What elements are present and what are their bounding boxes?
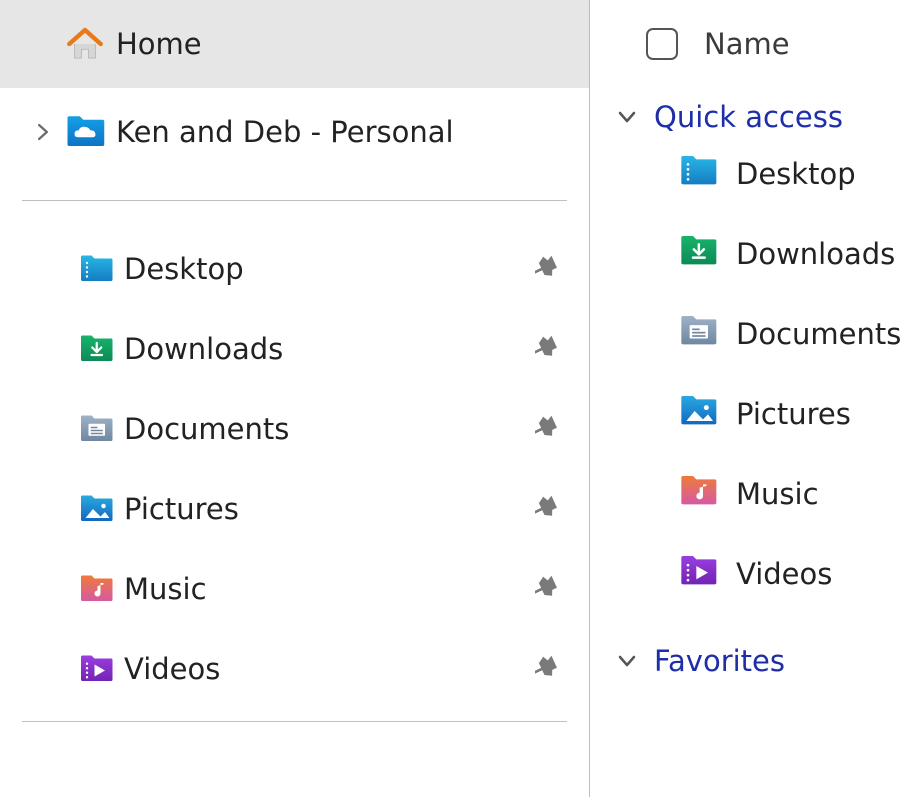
music-folder-icon — [678, 471, 718, 518]
pin-icon — [535, 412, 561, 446]
pin-icon — [535, 572, 561, 606]
item-videos-label: Videos — [736, 557, 832, 591]
nav-home-label: Home — [116, 27, 202, 61]
item-documents[interactable]: Documents — [600, 294, 911, 374]
item-downloads-label: Downloads — [736, 237, 895, 271]
desktop-folder-icon — [678, 151, 718, 198]
nav-item-videos[interactable]: Videos — [0, 629, 589, 709]
nav-item-music[interactable]: Music — [0, 549, 589, 629]
item-music[interactable]: Music — [600, 454, 911, 534]
item-desktop[interactable]: Desktop — [600, 134, 911, 214]
home-icon — [64, 23, 116, 65]
pictures-folder-icon — [678, 391, 718, 438]
group-header-quick-access[interactable]: Quick access — [600, 100, 911, 134]
pin-icon — [535, 332, 561, 366]
nav-documents-label: Documents — [124, 412, 535, 446]
item-pictures-label: Pictures — [736, 397, 851, 431]
expand-chevron-icon[interactable] — [22, 122, 64, 142]
nav-item-home[interactable]: Home — [0, 0, 589, 88]
music-folder-icon — [78, 571, 124, 607]
pin-icon — [535, 252, 561, 286]
downloads-folder-icon — [678, 231, 718, 278]
nav-item-documents[interactable]: Documents — [0, 389, 589, 469]
nav-videos-label: Videos — [124, 652, 535, 686]
navigation-pane: Home Ken and Deb - Personal Desktop Down… — [0, 0, 590, 797]
videos-folder-icon — [678, 551, 718, 598]
nav-item-downloads[interactable]: Downloads — [0, 309, 589, 389]
item-desktop-label: Desktop — [736, 157, 856, 191]
item-pictures[interactable]: Pictures — [600, 374, 911, 454]
group-header-favorites[interactable]: Favorites — [600, 644, 911, 678]
nav-pictures-label: Pictures — [124, 492, 535, 526]
nav-item-onedrive[interactable]: Ken and Deb - Personal — [0, 88, 589, 176]
nav-pinned-list: Desktop Downloads Documents Pictures Mus… — [0, 213, 589, 709]
pin-icon — [535, 492, 561, 526]
nav-divider — [22, 200, 567, 201]
documents-folder-icon — [678, 311, 718, 358]
nav-item-desktop[interactable]: Desktop — [0, 229, 589, 309]
nav-music-label: Music — [124, 572, 535, 606]
downloads-folder-icon — [78, 331, 124, 367]
item-downloads[interactable]: Downloads — [600, 214, 911, 294]
nav-item-pictures[interactable]: Pictures — [0, 469, 589, 549]
item-music-label: Music — [736, 477, 819, 511]
select-all-checkbox[interactable] — [646, 28, 678, 60]
column-header-row: Name — [600, 18, 911, 70]
onedrive-folder-icon — [64, 111, 116, 153]
group-quick-access-label: Quick access — [654, 100, 843, 134]
pictures-folder-icon — [78, 491, 124, 527]
chevron-down-icon — [616, 650, 638, 672]
content-pane: Name Quick access Desktop Downloads Docu… — [590, 0, 917, 797]
item-documents-label: Documents — [736, 317, 901, 351]
group-favorites-label: Favorites — [654, 644, 785, 678]
column-header-name[interactable]: Name — [704, 27, 790, 61]
nav-divider — [22, 721, 567, 722]
item-videos[interactable]: Videos — [600, 534, 911, 614]
desktop-folder-icon — [78, 251, 124, 287]
documents-folder-icon — [78, 411, 124, 447]
chevron-down-icon — [616, 106, 638, 128]
nav-downloads-label: Downloads — [124, 332, 535, 366]
pin-icon — [535, 652, 561, 686]
nav-onedrive-label: Ken and Deb - Personal — [116, 115, 454, 149]
nav-desktop-label: Desktop — [124, 252, 535, 286]
videos-folder-icon — [78, 651, 124, 687]
